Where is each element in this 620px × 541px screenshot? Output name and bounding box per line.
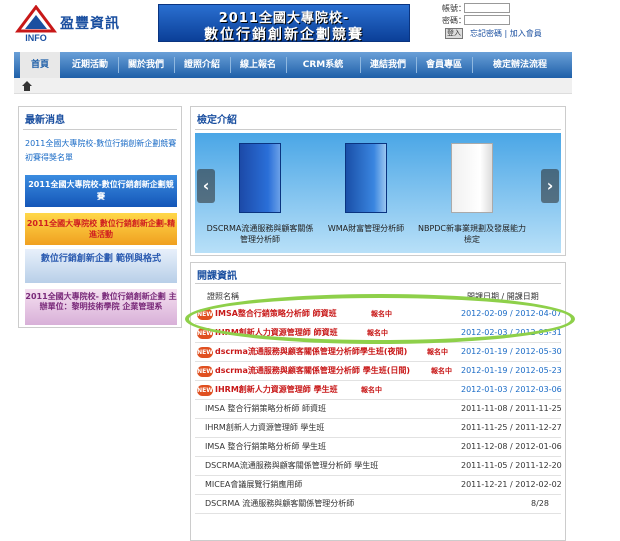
nav-events[interactable]: 近期活動 <box>64 52 116 78</box>
account-label: 帳號： <box>442 4 466 13</box>
news-link[interactable]: 2011全國大專院校-數位行銷創新企劃競賽 初賽得獎名單 <box>25 137 177 165</box>
course-name[interactable]: DSCRMA 流通服務與顧客關係管理分析師 <box>205 498 354 509</box>
course-title: 開課資訊 <box>197 271 237 282</box>
course-date: 2011-11-08 / 2011-11-25 <box>461 404 562 413</box>
course-name[interactable]: dscrma流通服務與顧客關係管理分析師 學生班(日間) <box>215 365 410 376</box>
nav-member[interactable]: 會員專區 <box>418 52 470 78</box>
highlight-ellipse <box>185 294 575 344</box>
login-form: 帳號： 密碼： 登入 忘記密碼 | 加入會員 <box>418 3 618 47</box>
contest-thumbnail[interactable]: 2011全國大專院校-數位行銷創新企劃競賽 <box>25 175 177 207</box>
thumb2-text: 2011全國大專院校 數位行銷創新企劃-精進活動 <box>26 219 176 239</box>
prev-arrow-icon[interactable]: ‹ <box>197 169 215 203</box>
course-date: 2011-11-05 / 2011-12-20 <box>461 461 562 470</box>
news-title: 最新消息 <box>25 115 65 126</box>
course-date: 2011-12-21 / 2012-02-02 <box>461 480 562 489</box>
course-name[interactable]: dscrma流通服務與顧客關係管理分析師學生班(夜間) <box>215 346 407 357</box>
nav-procedure[interactable]: 檢定辦法流程 <box>474 52 566 78</box>
table-row[interactable]: IMSA 整合行銷策略分析師 師資班 2011-11-08 / 2011-11-… <box>195 400 562 419</box>
account-row: 帳號： <box>418 3 618 14</box>
course-name[interactable]: IMSA 整合行銷策略分析師 學生班 <box>205 441 326 452</box>
logo-text[interactable]: 盈豐資訊 <box>60 13 120 33</box>
password-input[interactable] <box>464 15 510 25</box>
organizer-thumbnail[interactable]: 2011全國大專院校- 數位行銷創新企劃 主辦單位：黎明技術學院 企業管理系 <box>25 289 177 325</box>
status-badge: 報名中 <box>427 348 448 356</box>
nav-divider <box>118 57 119 73</box>
table-row[interactable]: IMSA 整合行銷策略分析師 學生班 2011-12-08 / 2012-01-… <box>195 438 562 457</box>
news-panel: 最新消息 2011全國大專院校-數位行銷創新企劃競賽 初賽得獎名單 2011全國… <box>18 106 182 328</box>
course-date: 2011-11-25 / 2011-12-27 <box>461 423 562 432</box>
header: INFO 盈豐資訊 2011全國大專院校- 數位行銷創新企劃競賽 帳號： 密碼：… <box>0 0 620 48</box>
course-date: 2012-01-19 / 2012-05-23 <box>461 366 562 375</box>
table-row[interactable]: NEW dscrma流通服務與顧客關係管理分析師 學生班(日間) 報名中 201… <box>195 362 562 381</box>
course-date: 2012-01-03 / 2012-03-06 <box>461 385 562 394</box>
format-thumbnail[interactable]: 數位行銷創新企劃 範例與格式 <box>25 249 177 283</box>
table-row[interactable]: IHRM創新人力資源管理師 學生班 2011-11-25 / 2011-12-2… <box>195 419 562 438</box>
nav-certs[interactable]: 證照介紹 <box>176 52 228 78</box>
nav-crm[interactable]: CRM系統 <box>288 52 358 78</box>
nav-divider <box>472 57 473 73</box>
thumb3-text: 數位行銷創新企劃 範例與格式 <box>40 254 162 264</box>
breadcrumb <box>14 78 572 94</box>
course-name[interactable]: DSCRMA流通服務與顧客關係管理分析師 學生班 <box>205 460 378 471</box>
divider <box>195 283 561 284</box>
status-badge: 報名中 <box>361 386 382 394</box>
password-label: 密碼： <box>442 16 466 25</box>
course-name[interactable]: IHRM創新人力資源管理師 學生班 <box>205 422 324 433</box>
home-icon[interactable] <box>22 81 32 91</box>
new-badge: NEW <box>197 366 213 377</box>
cert-panel: 檢定介紹 ‹ › DSCRMA流通服務與顧客關係管理分析師 WMA財富管理分析師… <box>190 106 566 256</box>
nav-divider <box>286 57 287 73</box>
logo-icon[interactable]: INFO <box>14 5 58 43</box>
main-nav: 首頁 近期活動 關於我們 證照介紹 線上報名 CRM系統 連結我們 會員專區 檢… <box>14 52 572 78</box>
logo-mark: INFO <box>25 33 47 43</box>
table-row[interactable]: DSCRMA流通服務與顧客關係管理分析師 學生班 2011-11-05 / 20… <box>195 457 562 476</box>
table-row[interactable]: NEW dscrma流通服務與顧客關係管理分析師學生班(夜間) 報名中 2012… <box>195 343 562 362</box>
cert-carousel: ‹ › DSCRMA流通服務與顧客關係管理分析師 WMA財富管理分析師 NBPD… <box>195 133 561 253</box>
account-links[interactable]: 忘記密碼 | 加入會員 <box>470 28 542 39</box>
course-name[interactable]: IHRM創新人力資源管理師 學生班 <box>215 384 338 395</box>
contest-banner[interactable]: 2011全國大專院校- 數位行銷創新企劃競賽 <box>158 4 410 43</box>
activity-thumbnail[interactable]: 2011全國大專院校 數位行銷創新企劃-精進活動 <box>25 213 177 245</box>
nav-links[interactable]: 連結我們 <box>362 52 414 78</box>
cert-label-dscrma[interactable]: DSCRMA流通服務與顧客關係管理分析師 <box>205 223 315 245</box>
cert-label-nbpdc[interactable]: NBPDC新事業規劃及發展能力檢定 <box>417 223 527 245</box>
table-row[interactable]: NEW IHRM創新人力資源管理師 學生班 報名中 2012-01-03 / 2… <box>195 381 562 400</box>
thumb4-text: 2011全國大專院校- 數位行銷創新企劃 主辦單位：黎明技術學院 企業管理系 <box>25 292 177 311</box>
course-name[interactable]: MICEA會議展覽行銷應用師 <box>205 479 302 490</box>
cert-book-dscrma[interactable] <box>239 143 281 213</box>
nav-divider <box>174 57 175 73</box>
next-arrow-icon[interactable]: › <box>541 169 559 203</box>
course-name[interactable]: IMSA 整合行銷策略分析師 師資班 <box>205 403 326 414</box>
divider <box>23 129 177 130</box>
divider <box>195 129 561 130</box>
cert-book-nbpdc[interactable] <box>451 143 493 213</box>
table-row[interactable]: MICEA會議展覽行銷應用師 2011-12-21 / 2012-02-02 <box>195 476 562 495</box>
course-date: 8/28 <box>531 499 549 508</box>
col-name-header: 證照名稱 <box>207 292 239 301</box>
course-date: 2012-01-19 / 2012-05-30 <box>461 347 562 356</box>
status-badge: 報名中 <box>431 367 452 375</box>
thumb1-text: 2011全國大專院校-數位行銷創新企劃競賽 <box>28 180 174 201</box>
nav-divider <box>360 57 361 73</box>
new-badge: NEW <box>197 347 213 358</box>
cert-book-wma[interactable] <box>345 143 387 213</box>
nav-divider <box>416 57 417 73</box>
table-row[interactable]: DSCRMA 流通服務與顧客關係管理分析師 8/28 <box>195 495 561 514</box>
nav-about[interactable]: 關於我們 <box>120 52 172 78</box>
cert-label-wma[interactable]: WMA財富管理分析師 <box>311 223 421 234</box>
banner-line2: 數位行銷創新企劃競賽 <box>204 27 364 43</box>
account-input[interactable] <box>464 3 510 13</box>
password-row: 密碼： <box>418 15 618 26</box>
nav-divider <box>230 57 231 73</box>
login-button[interactable]: 登入 <box>445 28 463 39</box>
new-badge: NEW <box>197 385 213 396</box>
nav-register[interactable]: 線上報名 <box>232 52 284 78</box>
nav-home[interactable]: 首頁 <box>20 52 60 78</box>
cert-title: 檢定介紹 <box>197 115 237 126</box>
course-date: 2011-12-08 / 2012-01-06 <box>461 442 562 451</box>
